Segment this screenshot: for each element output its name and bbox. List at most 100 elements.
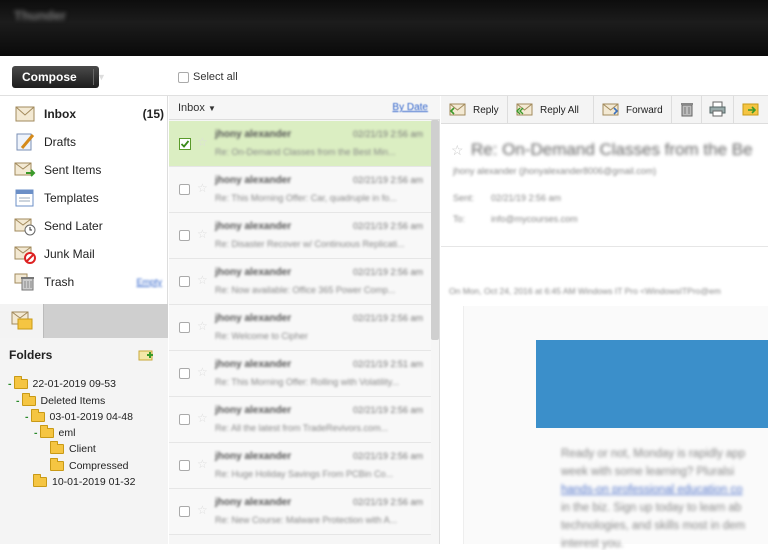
message-subject: Re: This Morning Offer: Rolling with Vol… <box>215 377 400 387</box>
reading-pane: Reply Reply All Forward ☆ Re: On-Demand … <box>441 96 768 550</box>
message-date: 02/21/19 2:51 am <box>352 359 423 369</box>
sidebar-item-label: Inbox <box>44 107 76 121</box>
row-checkbox[interactable] <box>179 184 190 195</box>
row-checkbox[interactable] <box>179 368 190 379</box>
tree-toggle[interactable]: - <box>25 411 29 423</box>
empty-trash-link[interactable]: Empty <box>136 277 162 287</box>
message-row[interactable]: ☆ jhony alexander 02/21/19 2:51 am Re: T… <box>169 351 431 397</box>
header-divider <box>441 246 768 247</box>
message-row[interactable]: ☆ jhony alexander 02/21/19 2:56 am Re: W… <box>169 305 431 351</box>
body-line: interest you. <box>561 538 624 550</box>
sidebar-item-trash[interactable]: Trash Empty <box>14 270 166 294</box>
star-icon[interactable]: ☆ <box>197 227 208 241</box>
message-date: 02/21/19 2:56 am <box>352 497 423 507</box>
row-checkbox[interactable] <box>179 322 190 333</box>
star-icon[interactable]: ☆ <box>197 319 208 333</box>
print-button[interactable] <box>702 96 734 124</box>
sidebar-item-send-later[interactable]: Send Later <box>14 214 166 238</box>
tree-toggle[interactable]: - <box>34 427 38 439</box>
row-checkbox[interactable] <box>179 276 190 287</box>
forward-icon <box>602 103 620 117</box>
sidebar-item-inbox[interactable]: Inbox (15) <box>14 102 166 126</box>
message-from: jhony alexander <box>215 267 292 278</box>
folder-label: 10-01-2019 01-32 <box>52 476 136 488</box>
message-row[interactable]: ☆ jhony alexander 02/21/19 2:56 am Re: N… <box>169 259 431 305</box>
star-icon[interactable]: ☆ <box>197 411 208 425</box>
row-checkbox[interactable] <box>179 460 190 471</box>
sidebar-item-label: Sent Items <box>44 163 102 177</box>
unread-count-badge: (15) <box>142 107 164 121</box>
sidebar-item-sent-items[interactable]: Sent Items <box>14 158 166 182</box>
email-banner <box>536 340 768 428</box>
folder-tree-item[interactable]: Compressed <box>50 458 129 472</box>
tree-toggle[interactable]: - <box>16 395 20 407</box>
compose-separator <box>93 69 94 85</box>
message-row[interactable]: ☆ jhony alexander 02/21/19 2:56 am Re: O… <box>169 121 431 167</box>
folder-tree-item[interactable]: 10-01-2019 01-32 <box>33 474 136 488</box>
message-from: jhony alexander <box>215 175 292 186</box>
message-from: jhony alexander <box>215 359 292 370</box>
sent-icon <box>14 160 36 180</box>
row-checkbox[interactable] <box>179 506 190 517</box>
star-icon[interactable]: ☆ <box>197 135 208 149</box>
row-checkbox[interactable] <box>179 138 191 153</box>
body-link-line[interactable]: hands-on professional education co <box>561 484 743 496</box>
message-row[interactable]: ☆ jhony alexander 02/21/19 2:56 am Re: D… <box>169 213 431 259</box>
message-from: jhony alexander <box>215 497 292 508</box>
chevron-down-icon[interactable]: ▼ <box>97 66 106 88</box>
folder-tree-item[interactable]: Client <box>50 441 96 455</box>
sidebar-item-label: Junk Mail <box>44 247 95 261</box>
folder-icon <box>50 458 64 471</box>
forward-button[interactable]: Forward <box>594 96 672 124</box>
message-from: jhony alexander <box>215 221 292 232</box>
to-label: To: <box>453 214 466 224</box>
sidebar-item-drafts[interactable]: Drafts <box>14 130 166 154</box>
star-icon[interactable]: ☆ <box>197 457 208 471</box>
star-icon[interactable]: ☆ <box>451 142 464 159</box>
folder-tree-item[interactable]: - 22-01-2019 09-53 <box>8 376 116 390</box>
message-row[interactable]: ☆ jhony alexander 02/21/19 2:56 am Re: A… <box>169 397 431 443</box>
sort-by-date-link[interactable]: By Date <box>392 102 428 113</box>
add-folder-icon[interactable] <box>138 348 154 362</box>
star-icon[interactable]: ☆ <box>197 365 208 379</box>
message-date: 02/21/19 2:56 am <box>352 221 423 231</box>
message-row[interactable]: ☆ jhony alexander 02/21/19 2:56 am Re: T… <box>169 167 431 213</box>
row-checkbox[interactable] <box>179 230 190 241</box>
tree-toggle[interactable]: - <box>8 378 12 390</box>
message-subject: Re: This Morning Offer: Car, quadruple i… <box>215 193 397 203</box>
star-icon[interactable]: ☆ <box>197 273 208 287</box>
select-all-box[interactable] <box>178 71 189 83</box>
sidebar: Inbox (15) Drafts Sent Items Templates S… <box>0 96 168 544</box>
compose-button[interactable]: Compose ▼ <box>12 66 106 88</box>
reply-all-button[interactable]: Reply All <box>508 96 594 124</box>
message-subject-heading: Re: On-Demand Classes from the Be <box>471 140 753 159</box>
message-date: 02/21/19 2:56 am <box>352 175 423 185</box>
folder-tree-item[interactable]: - Deleted Items <box>16 393 105 407</box>
inbox-icon <box>14 104 36 124</box>
sidebar-item-junk-mail[interactable]: Junk Mail <box>14 242 166 266</box>
star-icon[interactable]: ☆ <box>197 503 208 517</box>
junk-icon <box>14 244 36 264</box>
select-all-checkbox[interactable]: Select all <box>178 71 238 83</box>
delete-button[interactable] <box>672 96 702 124</box>
row-checkbox[interactable] <box>179 414 190 425</box>
message-list-header: Inbox ▼ By Date <box>169 96 440 120</box>
message-list-scrollbar[interactable] <box>431 120 439 340</box>
tab-folders[interactable] <box>0 304 44 338</box>
folder-dropdown[interactable]: Inbox ▼ <box>178 102 216 114</box>
folders-panel: Folders -22-01-2019 09-53 - Deleted Items… <box>0 338 168 544</box>
sidebar-item-templates[interactable]: Templates <box>14 186 166 210</box>
drafts-icon <box>14 132 36 152</box>
folder-label: Client <box>69 443 96 455</box>
move-to-folder-button[interactable] <box>734 96 768 124</box>
star-icon[interactable]: ☆ <box>197 181 208 195</box>
message-row[interactable]: ☆ jhony alexander 02/21/19 2:56 am Re: H… <box>169 443 431 489</box>
folder-label: 03-01-2019 04-48 <box>49 411 133 423</box>
message-row[interactable]: ☆ jhony alexander 02/21/19 2:56 am Re: N… <box>169 489 431 535</box>
reply-button[interactable]: Reply <box>441 96 508 124</box>
folder-tree-item[interactable]: - 03-01-2019 04-48 <box>25 409 133 423</box>
reply-label: Reply <box>473 104 499 116</box>
folder-icon <box>39 425 54 438</box>
folder-tree-item[interactable]: - eml <box>34 425 75 439</box>
message-subject: Re: Welcome to Cipher <box>215 331 308 341</box>
